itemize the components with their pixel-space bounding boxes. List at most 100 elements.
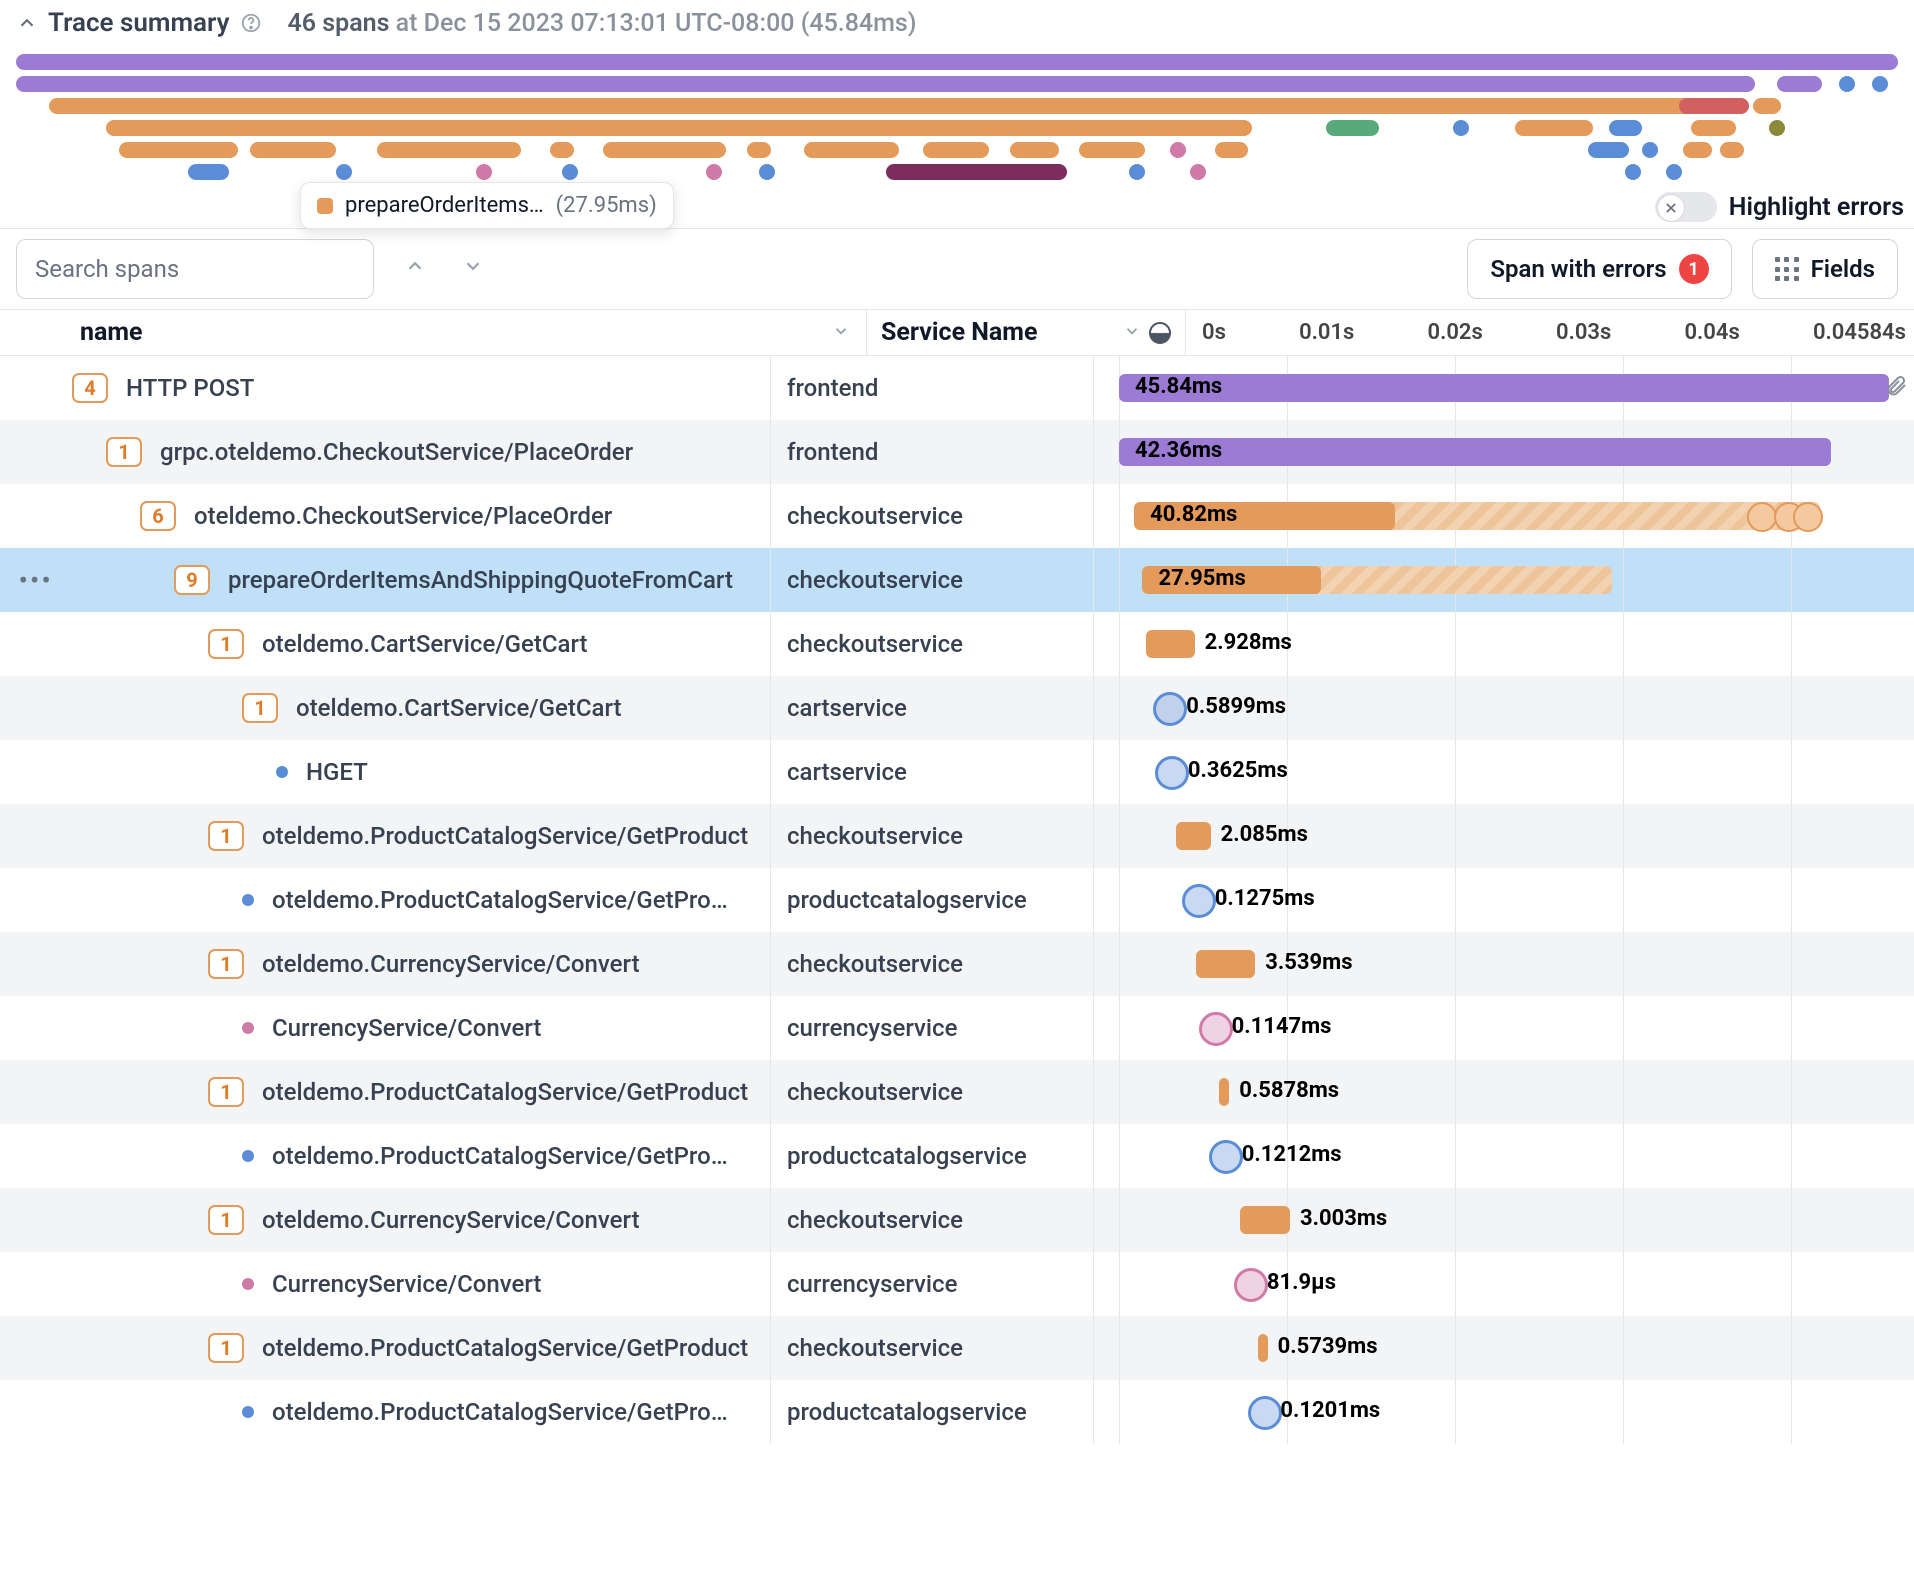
table-row[interactable]: 1grpc.oteldemo.CheckoutService/PlaceOrde…	[0, 420, 1914, 484]
overview-span[interactable]	[1609, 120, 1642, 136]
span-timeline[interactable]: 42.36ms	[1094, 420, 1914, 484]
overview-span[interactable]	[336, 164, 352, 180]
next-result-icon[interactable]	[452, 248, 494, 290]
child-count-badge[interactable]: 4	[72, 373, 108, 403]
table-row[interactable]: •••9prepareOrderItemsAndShippingQuoteFro…	[0, 548, 1914, 612]
table-row[interactable]: 1oteldemo.CurrencyService/Convertcheckou…	[0, 1188, 1914, 1252]
child-count-badge[interactable]: 1	[208, 949, 244, 979]
span-timeline[interactable]: 2.085ms	[1094, 804, 1914, 868]
span-timeline[interactable]: 0.5878ms	[1094, 1060, 1914, 1124]
span-timeline[interactable]: 0.1275ms	[1094, 868, 1914, 932]
span-timeline[interactable]: 81.9µs	[1094, 1252, 1914, 1316]
overview-span[interactable]	[1625, 164, 1641, 180]
overview-span[interactable]	[377, 142, 521, 158]
overview-span[interactable]	[1872, 76, 1888, 92]
overview-span[interactable]	[1839, 76, 1855, 92]
table-row[interactable]: oteldemo.ProductCatalogService/GetPro…pr…	[0, 1380, 1914, 1444]
overview-span[interactable]	[1642, 142, 1658, 158]
column-header-name[interactable]: name	[0, 310, 867, 355]
span-timeline[interactable]: 0.1212ms	[1094, 1124, 1914, 1188]
child-count-badge[interactable]: 1	[208, 1205, 244, 1235]
table-row[interactable]: CurrencyService/Convertcurrencyservice81…	[0, 1252, 1914, 1316]
span-timeline[interactable]: 40.82ms	[1094, 484, 1914, 548]
span-timeline[interactable]: 27.95ms	[1094, 548, 1914, 612]
overview-span[interactable]	[1515, 120, 1593, 136]
table-row[interactable]: 1oteldemo.ProductCatalogService/GetProdu…	[0, 1060, 1914, 1124]
table-row[interactable]: HGETcartservice0.3625ms	[0, 740, 1914, 804]
span-with-errors-button[interactable]: Span with errors 1	[1467, 239, 1731, 299]
span-timeline[interactable]: 0.5899ms	[1094, 676, 1914, 740]
overview-span[interactable]	[759, 164, 775, 180]
overview-span[interactable]	[49, 98, 1724, 114]
overview-span[interactable]	[1129, 164, 1145, 180]
overview-span[interactable]	[1679, 98, 1749, 114]
span-timeline[interactable]: 2.928ms	[1094, 612, 1914, 676]
help-icon[interactable]	[240, 12, 262, 34]
overview-span[interactable]	[706, 164, 722, 180]
overview-span[interactable]	[1010, 142, 1059, 158]
overview-span[interactable]	[1666, 164, 1682, 180]
overview-span[interactable]	[16, 76, 1755, 92]
overview-span[interactable]	[886, 164, 1067, 180]
overview-span[interactable]	[1326, 120, 1379, 136]
overview-span[interactable]	[1170, 142, 1186, 158]
child-count-badge[interactable]: 9	[174, 565, 210, 595]
child-count-badge[interactable]: 6	[140, 501, 176, 531]
overview-span[interactable]	[603, 142, 726, 158]
overview-span[interactable]	[250, 142, 336, 158]
overview-span[interactable]	[16, 54, 1898, 70]
overview-span[interactable]	[1753, 98, 1782, 114]
table-row[interactable]: 1oteldemo.CurrencyService/Convertcheckou…	[0, 932, 1914, 996]
overview-span[interactable]	[923, 142, 989, 158]
overview-span[interactable]	[747, 142, 772, 158]
row-actions-icon[interactable]: •••	[19, 567, 53, 594]
highlight-errors-toggle[interactable]	[1655, 192, 1717, 222]
table-row[interactable]: oteldemo.ProductCatalogService/GetPro…pr…	[0, 1124, 1914, 1188]
overview-span[interactable]	[1720, 142, 1745, 158]
table-row[interactable]: 1oteldemo.ProductCatalogService/GetProdu…	[0, 804, 1914, 868]
trace-overview[interactable]: prepareOrderItems… (27.95ms)	[0, 42, 1914, 190]
overview-span[interactable]	[1777, 76, 1822, 92]
span-timeline[interactable]: 0.1147ms	[1094, 996, 1914, 1060]
overview-span[interactable]	[1683, 142, 1712, 158]
table-row[interactable]: 1oteldemo.CartService/GetCartcheckoutser…	[0, 612, 1914, 676]
span-timeline[interactable]: 0.5739ms	[1094, 1316, 1914, 1380]
child-count-badge[interactable]: 1	[208, 1077, 244, 1107]
color-blob-icon[interactable]	[1149, 322, 1171, 344]
span-timeline[interactable]: 0.3625ms	[1094, 740, 1914, 804]
search-input[interactable]: Search spans	[16, 239, 374, 299]
child-count-badge[interactable]: 1	[106, 437, 142, 467]
child-count-badge[interactable]: 1	[208, 821, 244, 851]
overview-span[interactable]	[1215, 142, 1248, 158]
attachment-icon[interactable]	[1884, 374, 1908, 404]
child-count-badge[interactable]: 1	[208, 629, 244, 659]
child-count-badge[interactable]: 1	[242, 693, 278, 723]
fields-button[interactable]: Fields	[1752, 239, 1898, 299]
table-row[interactable]: 1oteldemo.CartService/GetCartcartservice…	[0, 676, 1914, 740]
table-row[interactable]: CurrencyService/Convertcurrencyservice0.…	[0, 996, 1914, 1060]
overview-span[interactable]	[1079, 142, 1145, 158]
column-header-service[interactable]: Service Name	[867, 310, 1186, 355]
prev-result-icon[interactable]	[394, 248, 436, 290]
overview-span[interactable]	[1453, 120, 1469, 136]
overview-span[interactable]	[1190, 164, 1206, 180]
overview-span[interactable]	[1691, 120, 1736, 136]
overview-span[interactable]	[119, 142, 238, 158]
table-row[interactable]: 1oteldemo.ProductCatalogService/GetProdu…	[0, 1316, 1914, 1380]
overview-span[interactable]	[804, 142, 898, 158]
table-row[interactable]: 6oteldemo.CheckoutService/PlaceOrderchec…	[0, 484, 1914, 548]
table-row[interactable]: 4HTTP POSTfrontend45.84ms	[0, 356, 1914, 420]
table-row[interactable]: oteldemo.ProductCatalogService/GetPro…pr…	[0, 868, 1914, 932]
span-timeline[interactable]: 3.003ms	[1094, 1188, 1914, 1252]
collapse-icon[interactable]	[16, 12, 38, 34]
overview-span[interactable]	[1588, 142, 1629, 158]
overview-span[interactable]	[106, 120, 1251, 136]
overview-span[interactable]	[188, 164, 229, 180]
overview-span[interactable]	[476, 164, 492, 180]
span-timeline[interactable]: 0.1201ms	[1094, 1380, 1914, 1444]
child-count-badge[interactable]: 1	[208, 1333, 244, 1363]
overview-span[interactable]	[1769, 120, 1785, 136]
span-timeline[interactable]: 45.84ms	[1094, 356, 1914, 420]
overview-span[interactable]	[562, 164, 578, 180]
span-timeline[interactable]: 3.539ms	[1094, 932, 1914, 996]
